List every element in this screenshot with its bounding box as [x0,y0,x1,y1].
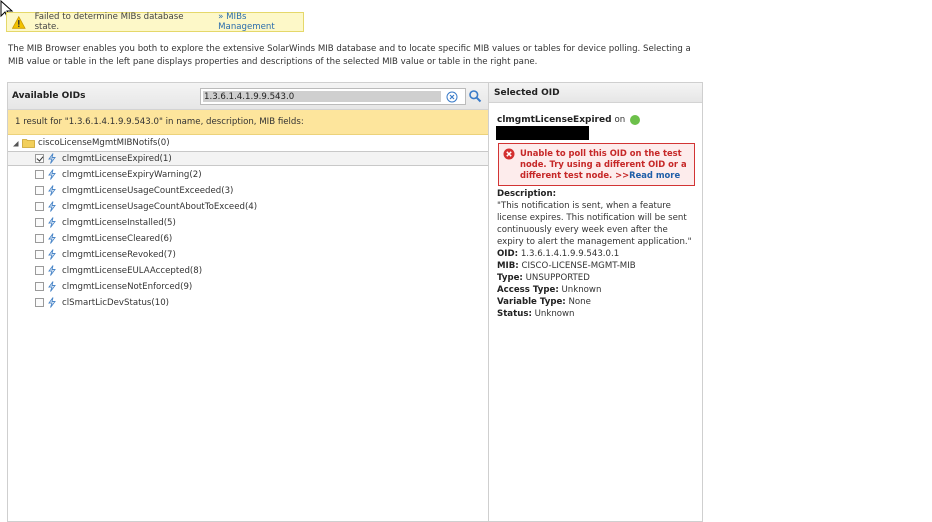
notification-bolt-icon [48,297,56,308]
tree-item-label: clmgmtLicenseExpiryWarning(2) [62,169,202,180]
notification-bolt-icon [48,233,56,244]
mibs-management-link[interactable]: » MIBs Management [218,12,303,32]
notification-bolt-icon [48,281,56,292]
error-icon [503,148,515,160]
intro-description: The MIB Browser enables you both to expl… [8,44,691,67]
tree-item-checkbox[interactable] [35,298,44,307]
tree-item-label: clmgmtLicenseNotEnforced(9) [62,281,193,292]
tree-item[interactable]: clmgmtLicenseExpiryWarning(2) [8,167,488,182]
oid-row: OID: 1.3.6.1.4.1.9.9.543.0.1 [497,248,697,260]
access-type-label: Access Type: [497,285,559,295]
type-label: Type: [497,273,523,283]
search-result-text: 1 result for "1.3.6.1.4.1.9.9.543.0" in … [15,117,304,127]
poll-error-box: Unable to poll this OID on the test node… [498,143,695,186]
notification-bolt-icon [48,153,56,164]
oid-search-input[interactable] [203,91,441,102]
notification-bolt-icon [48,249,56,260]
description-text: "This notification is sent, when a featu… [497,201,692,247]
notification-bolt-icon [48,169,56,180]
oid-value: 1.3.6.1.4.1.9.9.543.0.1 [520,249,620,259]
tree-item-label: clmgmtLicenseEULAAccepted(8) [62,265,203,276]
status-up-icon [630,115,641,125]
tree-item-checkbox[interactable] [35,170,44,179]
search-icon[interactable] [468,89,482,103]
tree-item[interactable]: clmgmtLicenseEULAAccepted(8) [8,263,488,278]
available-oids-header: Available OIDs [8,83,488,110]
tree-item-label: clSmartLicDevStatus(10) [62,297,170,308]
tree-root-label: ciscoLicenseMgmtMIBNotifs(0) [38,138,170,148]
tree-item-checkbox[interactable] [35,282,44,291]
variable-type-row: Variable Type: None [497,296,697,308]
notification-bolt-icon [48,185,56,196]
redacted-node-name [496,126,589,140]
variable-type-value: None [568,297,591,307]
selected-oid-on-text: on [614,115,626,125]
folder-icon [22,139,35,148]
mib-value: CISCO-LICENSE-MGMT-MIB [521,261,636,271]
access-type-row: Access Type: Unknown [497,284,697,296]
warning-message: Failed to determine MIBs database state. [34,12,184,32]
status-label: Status: [497,309,532,319]
selected-oid-line: clmgmtLicenseExpired on [497,115,641,125]
tree-item-checkbox[interactable] [35,186,44,195]
tree-item[interactable]: clmgmtLicenseUsageCountAboutToExceed(4) [8,199,488,214]
tree-item[interactable]: clmgmtLicenseCleared(6) [8,231,488,246]
tree-item[interactable]: clSmartLicDevStatus(10) [8,295,488,310]
selected-oid-pane: Selected OID clmgmtLicenseExpired on Una… [489,82,703,522]
tree-item-checkbox[interactable] [35,202,44,211]
tree-item-label: clmgmtLicenseInstalled(5) [62,217,176,228]
tree-item-checkbox[interactable] [35,218,44,227]
description-label: Description: [497,189,557,199]
selected-oid-name: clmgmtLicenseExpired [497,115,612,125]
tree-item-checkbox[interactable] [35,266,44,275]
tree-item[interactable]: clmgmtLicenseInstalled(5) [8,215,488,230]
selected-oid-title: Selected OID [494,88,560,98]
oid-search-box [200,88,466,105]
variable-type-label: Variable Type: [497,297,566,307]
available-oids-title: Available OIDs [12,91,86,101]
tree-item-checkbox[interactable] [35,234,44,243]
tree-item-checkbox[interactable] [35,250,44,259]
status-row: Status: Unknown [497,308,697,320]
status-value: Unknown [534,309,575,319]
tree-item[interactable]: clmgmtLicenseExpired(1) [8,151,488,166]
clear-search-icon[interactable] [446,91,458,103]
tree-item-label: clmgmtLicenseExpired(1) [62,153,172,164]
access-type-value: Unknown [561,285,602,295]
notification-bolt-icon [48,201,56,212]
tree-item[interactable]: clmgmtLicenseNotEnforced(9) [8,279,488,294]
oid-details: Description: "This notification is sent,… [497,188,697,320]
tree-root-node[interactable]: ciscoLicenseMgmtMIBNotifs(0) [12,136,484,150]
read-more-link[interactable]: Read more [629,170,680,180]
expand-triangle-icon[interactable] [12,140,19,147]
mib-row: MIB: CISCO-LICENSE-MGMT-MIB [497,260,697,272]
tree-item-label: clmgmtLicenseRevoked(7) [62,249,176,260]
available-oids-pane: Available OIDs 1 result for "1.3.6.1.4.1… [7,82,489,522]
tree-item-label: clmgmtLicenseCleared(6) [62,233,173,244]
selected-oid-header: Selected OID [489,83,702,103]
poll-error-text: Unable to poll this OID on the test node… [520,148,692,181]
notification-bolt-icon [48,217,56,228]
type-value: UNSUPPORTED [525,273,590,283]
tree-item-label: clmgmtLicenseUsageCountAboutToExceed(4) [62,201,258,212]
tree-item[interactable]: clmgmtLicenseRevoked(7) [8,247,488,262]
mib-label: MIB: [497,261,519,271]
warning-icon [12,15,26,29]
tree-item-label: clmgmtLicenseUsageCountExceeded(3) [62,185,234,196]
notification-bolt-icon [48,265,56,276]
oid-label: OID: [497,249,519,259]
search-result-bar: 1 result for "1.3.6.1.4.1.9.9.543.0" in … [8,110,488,135]
tree-item-checkbox[interactable] [35,154,44,163]
tree-item[interactable]: clmgmtLicenseUsageCountExceeded(3) [8,183,488,198]
type-row: Type: UNSUPPORTED [497,272,697,284]
warning-banner: Failed to determine MIBs database state.… [6,12,304,32]
